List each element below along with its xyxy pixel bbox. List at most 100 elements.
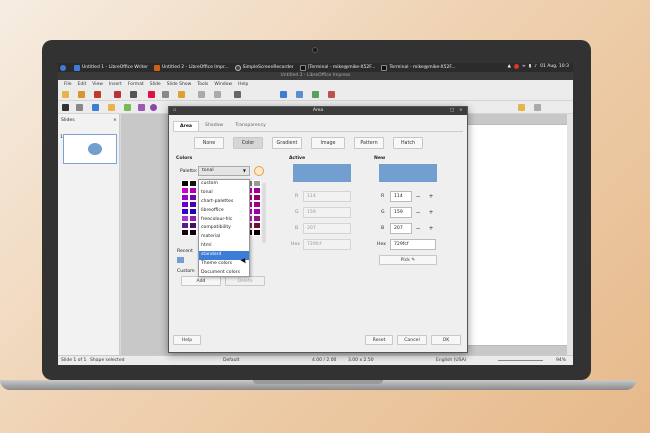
taskbar-task-impress[interactable]: Untitled 2 - LibreOffice Impr... <box>154 64 229 71</box>
taskbar-task-recorder[interactable]: SimpleScreenRecorder <box>234 64 294 71</box>
pattern-button[interactable]: Pattern <box>354 137 384 149</box>
template-icon[interactable] <box>78 91 85 98</box>
notification-icon[interactable]: ▲ <box>507 64 510 69</box>
taskbar-menu-icon[interactable] <box>60 64 68 71</box>
active-b-field: 207 <box>303 223 351 234</box>
b-increment-button[interactable]: + <box>425 223 437 234</box>
taskbar-task-writer[interactable]: Untitled 1 - LibreOffice Writer <box>74 64 148 71</box>
menu-slide[interactable]: Slide <box>150 82 161 87</box>
menu-insert[interactable]: Insert <box>109 82 122 87</box>
cut-icon[interactable] <box>148 91 155 98</box>
taskbar-task-terminal-2[interactable]: Terminal - mike@mike-X52F... <box>381 64 456 71</box>
more-shapes-icon[interactable] <box>534 104 541 111</box>
close-icon[interactable]: × <box>113 118 117 123</box>
palette-select[interactable]: tonal ▼ <box>198 166 250 176</box>
recent-color-swatch[interactable] <box>177 257 184 263</box>
hatch-button[interactable]: Hatch <box>393 137 423 149</box>
menu-window[interactable]: Window <box>214 82 232 87</box>
status-zoom[interactable]: 94% <box>556 358 566 363</box>
palette-option[interactable]: libreoffice <box>199 207 249 216</box>
g-increment-button[interactable]: + <box>425 207 437 218</box>
none-button[interactable]: None <box>194 137 224 149</box>
undo-icon[interactable] <box>198 91 205 98</box>
palette-options-icon[interactable] <box>254 166 264 176</box>
ok-button[interactable]: OK <box>431 335 461 345</box>
palette-option[interactable]: material <box>199 233 249 242</box>
r-increment-button[interactable]: + <box>425 191 437 202</box>
menu-tools[interactable]: Tools <box>197 82 208 87</box>
wifi-icon[interactable]: ≈ <box>522 64 526 69</box>
help-button[interactable]: Help <box>173 335 201 345</box>
battery-icon[interactable]: ▮ <box>529 64 531 69</box>
palette-option[interactable]: freecolour-hlc <box>199 216 249 225</box>
menu-view[interactable]: View <box>92 82 103 87</box>
clock[interactable]: 01 Aug, 10:3 <box>540 64 569 69</box>
chart-icon[interactable] <box>328 91 335 98</box>
image-button[interactable]: Image <box>311 137 345 149</box>
volume-icon[interactable]: ♪ <box>534 64 537 69</box>
menu-help[interactable]: Help <box>238 82 248 87</box>
grid-icon[interactable] <box>280 91 287 98</box>
palette-dropdown-list[interactable]: custom tonal chart-palettes libreoffice … <box>198 179 250 277</box>
new-g-field[interactable]: 159 <box>390 207 412 218</box>
menu-edit[interactable]: Edit <box>78 82 87 87</box>
save-icon[interactable] <box>114 91 121 98</box>
vertical-scrollbar[interactable] <box>567 114 573 355</box>
fill-color-icon[interactable] <box>108 104 115 111</box>
r-decrement-button[interactable]: − <box>412 191 424 202</box>
swatch-scrollbar[interactable] <box>262 183 266 243</box>
tab-transparency[interactable]: Transparency <box>229 121 272 131</box>
table-icon[interactable] <box>296 91 303 98</box>
copy-icon[interactable] <box>162 91 169 98</box>
new-r-field[interactable]: 114 <box>390 191 412 202</box>
palette-option[interactable]: custom <box>199 180 249 189</box>
cancel-button[interactable]: Cancel <box>397 335 427 345</box>
new-hex-field[interactable]: 729fcf <box>390 239 436 250</box>
zoom-slider[interactable] <box>498 360 543 361</box>
redo-icon[interactable] <box>214 91 221 98</box>
window-menu-icon[interactable]: ▫ <box>173 107 176 115</box>
menu-file[interactable]: File <box>64 82 72 87</box>
palette-option[interactable]: Document colors <box>199 269 249 278</box>
reset-button[interactable]: Reset <box>365 335 393 345</box>
palette-option[interactable]: tonal <box>199 189 249 198</box>
g-decrement-button[interactable]: − <box>412 207 424 218</box>
standard-toolbar <box>58 88 573 101</box>
palette-option[interactable]: html <box>199 242 249 251</box>
status-size: 3.00 x 2.50 <box>348 358 374 363</box>
pick-button[interactable]: Pick ✎ <box>379 255 437 265</box>
new-icon[interactable] <box>62 91 69 98</box>
maximize-icon[interactable]: □ <box>450 107 454 115</box>
rectangle-icon[interactable] <box>138 104 145 111</box>
text-icon[interactable] <box>92 104 99 111</box>
spellcheck-icon[interactable] <box>234 91 241 98</box>
taskbar-task-terminal-1[interactable]: [Terminal - mike@mike-X52F... <box>299 64 375 71</box>
palette-option[interactable]: chart-palettes <box>199 198 249 207</box>
impress-icon <box>154 64 161 71</box>
new-b-field[interactable]: 207 <box>390 223 412 234</box>
line-icon[interactable] <box>124 104 131 111</box>
open-icon[interactable] <box>94 91 101 98</box>
status-language[interactable]: English (USA) <box>436 358 467 363</box>
fill-type-buttons: None Color Gradient Image Pattern Hatch <box>194 137 423 149</box>
effects-icon[interactable] <box>518 104 525 111</box>
select-icon[interactable] <box>62 104 69 111</box>
paste-icon[interactable] <box>178 91 185 98</box>
zoom-icon[interactable] <box>76 104 83 111</box>
b-decrement-button[interactable]: − <box>412 223 424 234</box>
gradient-button[interactable]: Gradient <box>272 137 302 149</box>
color-button[interactable]: Color <box>233 137 263 149</box>
menu-slide-show[interactable]: Slide Show <box>167 82 192 87</box>
menu-format[interactable]: Format <box>128 82 144 87</box>
palette-option[interactable]: compatibility <box>199 224 249 233</box>
ellipse-icon[interactable] <box>150 104 157 111</box>
tab-shadow[interactable]: Shadow <box>199 121 229 131</box>
tab-area[interactable]: Area <box>173 121 200 131</box>
image-icon[interactable] <box>312 91 319 98</box>
print-icon[interactable] <box>130 91 137 98</box>
webcam <box>312 47 318 53</box>
slide-thumbnail[interactable] <box>63 134 117 164</box>
close-icon[interactable]: × <box>459 107 463 115</box>
new-r-label: R <box>381 194 385 199</box>
app-tray-icon[interactable] <box>513 64 519 69</box>
